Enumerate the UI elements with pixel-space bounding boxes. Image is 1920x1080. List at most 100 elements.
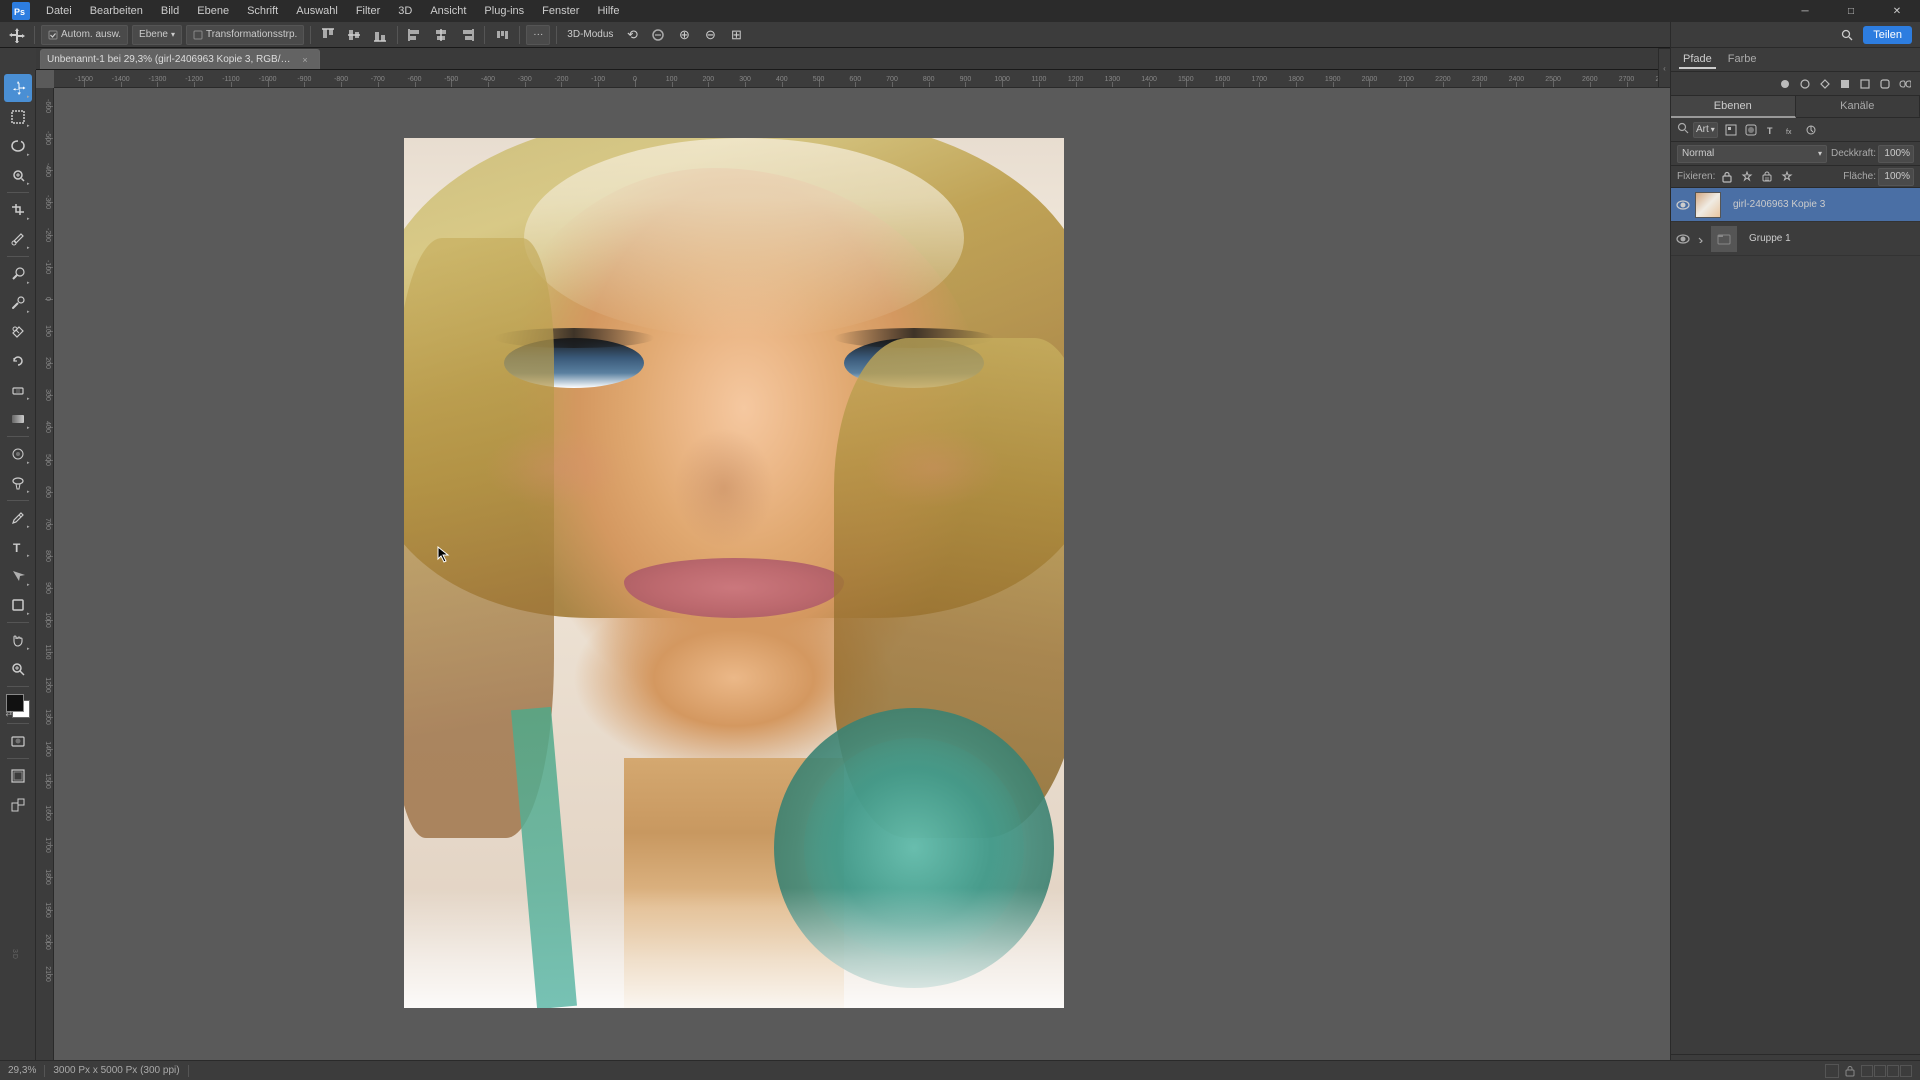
adj-filter-icon[interactable] — [1802, 121, 1820, 139]
tab-close-button[interactable]: × — [299, 54, 311, 66]
eyedropper-tool[interactable]: ▸ — [4, 225, 32, 253]
brush-tool[interactable]: ▸ — [4, 289, 32, 317]
blur-tool[interactable]: ▸ — [4, 440, 32, 468]
color-tab[interactable]: Farbe — [1724, 51, 1761, 69]
3d-roll-button[interactable] — [647, 24, 669, 46]
circle-outline-icon[interactable] — [1796, 75, 1814, 93]
text-filter-icon[interactable]: T — [1762, 121, 1780, 139]
menu-hilfe[interactable]: Hilfe — [589, 3, 627, 19]
opacity-value[interactable]: 100% — [1878, 145, 1914, 163]
artboards-tool[interactable] — [4, 791, 32, 819]
eraser-tool[interactable]: ▸ — [4, 376, 32, 404]
quick-mask-button[interactable] — [4, 727, 32, 755]
layer-dropdown[interactable]: Ebene ▾ — [132, 25, 182, 45]
layer-item-2[interactable]: Gruppe 1 — [1671, 222, 1920, 256]
transform-checkbox[interactable]: Transformationsstrp. — [186, 25, 304, 45]
lock-all-icon[interactable] — [1719, 169, 1735, 185]
art-filter-dropdown[interactable]: Art ▾ — [1693, 122, 1718, 138]
menu-schrift[interactable]: Schrift — [239, 3, 286, 19]
pen-tool[interactable]: ▸ — [4, 504, 32, 532]
status-icon-3[interactable] — [1887, 1065, 1899, 1077]
spot-healing-tool[interactable]: ▸ — [4, 260, 32, 288]
panel-collapse-button[interactable]: ‹ — [1658, 48, 1670, 88]
rect-outline-icon[interactable] — [1856, 75, 1874, 93]
more-options-button[interactable]: ··· — [526, 25, 550, 45]
align-hcenter-button[interactable] — [430, 24, 452, 46]
rect-filled-icon[interactable] — [1836, 75, 1854, 93]
3d-rotate-button[interactable]: ⟲ — [621, 24, 643, 46]
quick-select-tool[interactable]: ▸ — [4, 161, 32, 189]
menu-auswahl[interactable]: Auswahl — [288, 3, 346, 19]
lock-position-icon[interactable] — [1739, 169, 1755, 185]
dodge-tool[interactable]: ▸ — [4, 469, 32, 497]
path-select-tool[interactable]: ▸ — [4, 562, 32, 590]
menu-ansicht[interactable]: Ansicht — [422, 3, 474, 19]
share-button[interactable]: Teilen — [1863, 26, 1912, 44]
align-vcenter-button[interactable] — [343, 24, 365, 46]
menu-3d[interactable]: 3D — [390, 3, 420, 19]
gradient-tool[interactable]: ▸ — [4, 405, 32, 433]
zoom-tool[interactable] — [4, 655, 32, 683]
clone-stamp-tool[interactable] — [4, 318, 32, 346]
align-left-button[interactable] — [404, 24, 426, 46]
layer-visibility-2[interactable] — [1675, 231, 1691, 247]
auto-select-checkbox[interactable]: Autom. ausw. — [41, 25, 128, 45]
swap-colors-icon[interactable]: ⇄ — [6, 709, 13, 718]
rounded-rect-icon[interactable] — [1876, 75, 1894, 93]
fill-value[interactable]: 100% — [1878, 168, 1914, 186]
layer-expand-2[interactable] — [1695, 233, 1707, 245]
crop-tool[interactable]: ▸ — [4, 196, 32, 224]
distribute-top-button[interactable] — [491, 24, 513, 46]
3d-pan-button[interactable]: ⊕ — [673, 24, 695, 46]
canvas-image[interactable] — [54, 88, 1670, 1060]
document-tab[interactable]: Unbenannt-1 bei 29,3% (girl-2406963 Kopi… — [40, 49, 320, 69]
status-grid-icon[interactable] — [1825, 1064, 1839, 1078]
circle-filled-icon[interactable] — [1776, 75, 1794, 93]
lasso-tool[interactable]: ▸ — [4, 132, 32, 160]
close-button[interactable]: ✕ — [1874, 0, 1920, 22]
move-tool-options-icon[interactable] — [6, 24, 28, 46]
hand-tool[interactable]: ▸ — [4, 626, 32, 654]
rectangle-select-tool[interactable]: ▸ — [4, 103, 32, 131]
menu-datei[interactable]: Datei — [38, 3, 80, 19]
status-lock-icon[interactable] — [1843, 1064, 1857, 1078]
align-bottom-button[interactable] — [369, 24, 391, 46]
lock-move-icon[interactable] — [1779, 169, 1795, 185]
menu-fenster[interactable]: Fenster — [534, 3, 587, 19]
align-right-button[interactable] — [456, 24, 478, 46]
lock-artboard-icon[interactable] — [1759, 169, 1775, 185]
status-icon-1[interactable] — [1861, 1065, 1873, 1077]
shape-tool[interactable]: ▸ — [4, 591, 32, 619]
color-swatches[interactable]: ⇄ — [4, 692, 32, 720]
blend-mode-dropdown[interactable]: Normal ▾ — [1677, 145, 1827, 163]
history-brush-tool[interactable] — [4, 347, 32, 375]
move-tool[interactable]: ▸ — [4, 74, 32, 102]
menu-bearbeiten[interactable]: Bearbeiten — [82, 3, 151, 19]
menu-bild[interactable]: Bild — [153, 3, 187, 19]
search-icon-button[interactable] — [1837, 25, 1857, 45]
minimize-button[interactable]: ─ — [1782, 0, 1828, 22]
status-icon-4[interactable] — [1900, 1065, 1912, 1077]
layers-list[interactable]: girl-2406963 Kopie 3 Gruppe 1 — [1671, 188, 1920, 1054]
mask-filter-icon[interactable] — [1742, 121, 1760, 139]
align-top-button[interactable] — [317, 24, 339, 46]
text-tool[interactable]: T ▸ — [4, 533, 32, 561]
3d-slide-button[interactable]: ⊖ — [699, 24, 721, 46]
menu-plugins[interactable]: Plug-ins — [476, 3, 532, 19]
zoom-level[interactable]: 29,3% — [8, 1065, 36, 1076]
menu-ebene[interactable]: Ebene — [189, 3, 237, 19]
status-icon-2[interactable] — [1874, 1065, 1886, 1077]
maximize-button[interactable]: □ — [1828, 0, 1874, 22]
layer-item-1[interactable]: girl-2406963 Kopie 3 — [1671, 188, 1920, 222]
3d-scale-button[interactable]: ⊞ — [725, 24, 747, 46]
layers-tab-kanale[interactable]: Kanäle — [1796, 96, 1920, 118]
pixel-filter-icon[interactable] — [1722, 121, 1740, 139]
layer-visibility-1[interactable] — [1675, 197, 1691, 213]
paths-tab[interactable]: Pfade — [1679, 51, 1716, 69]
layers-tab-ebenen[interactable]: Ebenen — [1671, 96, 1796, 118]
frame-tool[interactable] — [4, 762, 32, 790]
chain-icon[interactable] — [1896, 75, 1914, 93]
menu-filter[interactable]: Filter — [348, 3, 388, 19]
fx-filter-icon[interactable]: fx — [1782, 121, 1800, 139]
diamond-icon[interactable] — [1816, 75, 1834, 93]
